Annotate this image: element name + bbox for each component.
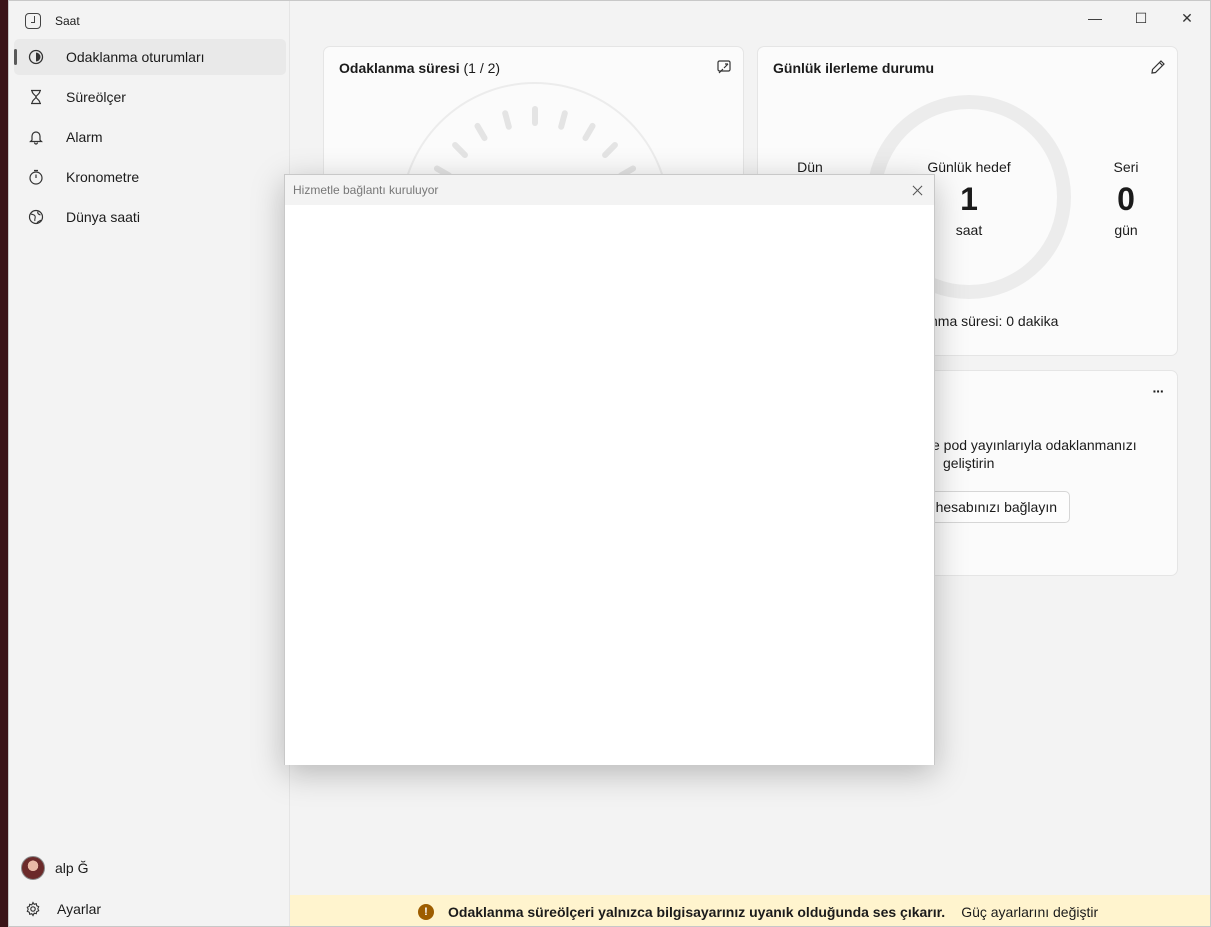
streak-value: 0 (1117, 181, 1135, 217)
close-button[interactable]: ✕ (1164, 1, 1210, 35)
dialog-title: Hizmetle bağlantı kuruluyor (293, 183, 439, 197)
maximize-button[interactable]: ☐ (1118, 1, 1164, 35)
close-icon (912, 185, 922, 195)
dialog-close-button[interactable] (908, 181, 926, 199)
yesterday-label: Dün (797, 159, 823, 175)
progress-card-title: Günlük ilerleme durumu (773, 60, 935, 76)
spotify-text-line2: geliştirin (943, 455, 995, 471)
spotify-text-line1: e pod yayınlarıyla odaklanmanızı (932, 437, 1137, 453)
focus-card-title: Odaklanma süresi (1 / 2) (339, 60, 500, 76)
yesterday-stat: Dün (778, 159, 842, 175)
dial-tick (501, 109, 513, 131)
nav-item-alarm[interactable]: Alarm (14, 119, 286, 155)
avatar (21, 856, 45, 880)
settings-label: Ayarlar (57, 901, 102, 917)
bell-icon (28, 129, 44, 145)
nav-item-label: Odaklanma oturumları (66, 49, 205, 65)
daily-goal-label: Günlük hedef (927, 159, 1011, 175)
app-title: Saat (55, 14, 80, 28)
hourglass-icon (28, 89, 44, 105)
settings-button[interactable]: Ayarlar (25, 901, 101, 917)
dialog-titlebar: Hizmetle bağlantı kuruluyor (285, 175, 934, 205)
stopwatch-icon (28, 169, 44, 185)
globe-icon (28, 209, 44, 225)
connecting-dialog: Hizmetle bağlantı kuruluyor (284, 174, 935, 765)
dial-tick (450, 140, 470, 160)
focus-session-count: (1 / 2) (463, 60, 501, 76)
nav-item-focus-sessions[interactable]: Odaklanma oturumları (14, 39, 286, 75)
focus-card-title-text: Odaklanma süresi (339, 60, 460, 76)
dial-tick (600, 140, 620, 160)
dial-tick (557, 109, 569, 131)
nav-item-timer[interactable]: Süreölçer (14, 79, 286, 115)
power-settings-link[interactable]: Güç ayarlarını değiştir (961, 904, 1098, 920)
warning-icon: ! (418, 903, 434, 920)
nav-item-label: Süreölçer (66, 89, 126, 105)
focus-icon (28, 49, 44, 65)
dial-tick (532, 106, 538, 126)
nav-menu: Odaklanma oturumları Süreölçer Alarm Kro… (14, 39, 286, 239)
dial-tick (473, 121, 489, 143)
user-name: alp Ğ (55, 860, 89, 876)
streak-label: Seri (1113, 159, 1139, 175)
focus-summary-text: nma süresi: 0 dakika (930, 313, 1059, 329)
sidebar: Saat Odaklanma oturumları Süreölçer Alar… (9, 1, 290, 926)
more-icon[interactable]: ··· (1149, 382, 1167, 400)
compact-overlay-icon[interactable] (715, 58, 733, 76)
dialog-content (285, 205, 934, 765)
nav-item-label: Alarm (66, 129, 103, 145)
warning-banner: ! Odaklanma süreölçeri yalnızca bilgisay… (290, 895, 1210, 926)
window-controls: — ☐ ✕ (1072, 1, 1210, 35)
gear-icon (25, 901, 41, 917)
nav-item-label: Dünya saati (66, 209, 140, 225)
titlebar: Saat (25, 11, 80, 31)
clock-app-icon (25, 13, 41, 29)
dial-tick (581, 121, 597, 143)
user-account[interactable]: alp Ğ (21, 856, 88, 880)
nav-item-stopwatch[interactable]: Kronometre (14, 159, 286, 195)
minimize-button[interactable]: — (1072, 1, 1118, 35)
nav-item-label: Kronometre (66, 169, 140, 185)
nav-item-world-clock[interactable]: Dünya saati (14, 199, 286, 235)
pencil-icon[interactable] (1149, 58, 1167, 76)
streak-stat: Seri 0 gün (1094, 159, 1158, 238)
banner-message: Odaklanma süreölçeri yalnızca bilgisayar… (448, 903, 946, 920)
streak-unit: gün (1114, 222, 1138, 238)
